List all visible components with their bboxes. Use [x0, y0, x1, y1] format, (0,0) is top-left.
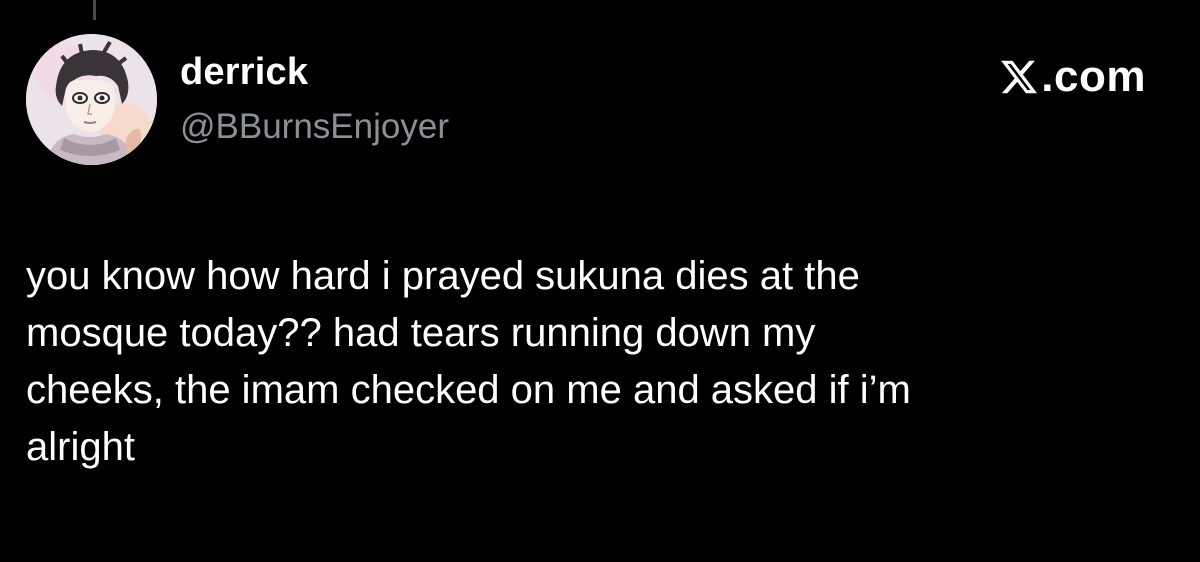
- x-brand-mark: .com: [999, 52, 1146, 102]
- thread-connector-line: [93, 0, 96, 20]
- x-logo-icon: [999, 57, 1039, 97]
- avatar[interactable]: [26, 34, 157, 165]
- tweet-body: you know how hard i prayed sukuna dies a…: [26, 254, 911, 469]
- author-display-name[interactable]: derrick: [180, 50, 308, 94]
- author-handle[interactable]: @BBurnsEnjoyer: [180, 106, 449, 148]
- avatar-image: [26, 34, 157, 165]
- brand-domain-text: .com: [1041, 52, 1146, 101]
